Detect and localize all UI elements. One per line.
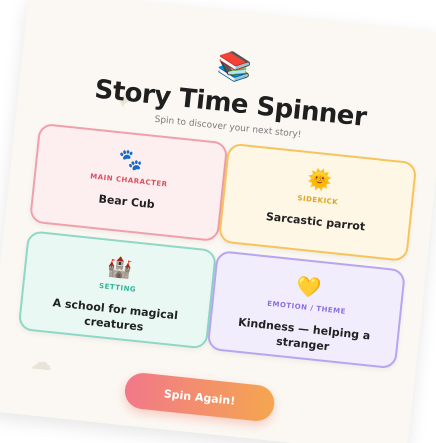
story-spinner-panel: ✦ ☾ ✿ ☁ 📚 Story Time Spinner Spin to dis…	[0, 0, 436, 443]
emotion-theme-card: 💛 EMOTION / THEME Kindness — helping a s…	[206, 250, 407, 370]
emotion-theme-value: Kindness — helping a stranger	[237, 315, 371, 354]
cloud-decoration-icon: ☁	[29, 349, 54, 377]
setting-value: A school for magical creatures	[52, 296, 179, 334]
setting-card: 🏰 SETTING A school for magical creatures	[17, 230, 218, 350]
spin-again-button[interactable]: Spin Again!	[123, 371, 277, 423]
main-character-card: 🐾 MAIN CHARACTER Bear Cub	[28, 122, 229, 243]
sidekick-card: 🌞 SIDEKICK Sarcastic parrot	[217, 142, 418, 262]
app-stage: ✦ ☾ ✿ ☁ 📚 Story Time Spinner Spin to dis…	[0, 0, 436, 443]
